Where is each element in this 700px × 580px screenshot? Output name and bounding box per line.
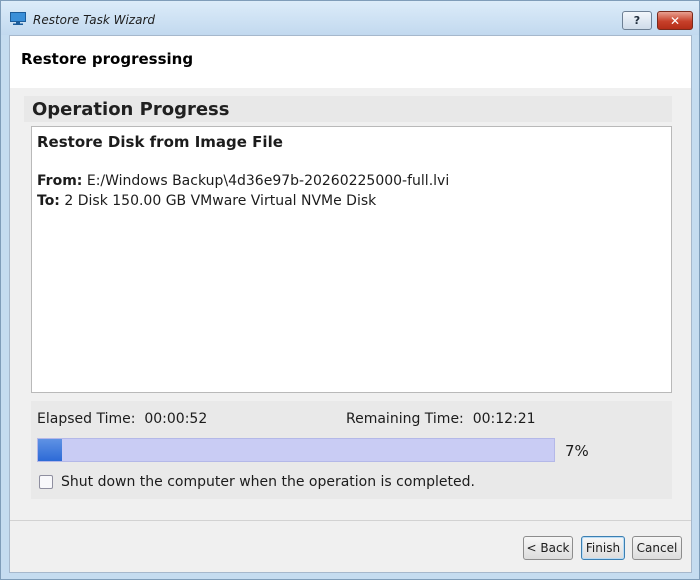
back-button[interactable]: < Back <box>523 536 573 560</box>
wizard-window: Restore Task Wizard ? ✕ Restore progress… <box>0 0 700 580</box>
wizard-footer: < Back Finish Cancel <box>10 520 691 572</box>
shutdown-label[interactable]: Shut down the computer when the operatio… <box>61 474 475 490</box>
progress-bar <box>37 438 555 462</box>
to-label: To: <box>37 193 60 209</box>
from-line: From: E:/Windows Backup\4d36e97b-2026022… <box>37 173 449 189</box>
wizard-header: Restore progressing <box>10 36 691 88</box>
monitor-icon <box>10 12 26 25</box>
page-title: Restore progressing <box>21 50 194 68</box>
elapsed-time: Elapsed Time: 00:00:52 <box>37 411 207 427</box>
help-button[interactable]: ? <box>622 11 652 30</box>
to-value: 2 Disk 150.00 GB VMware Virtual NVMe Dis… <box>64 193 377 209</box>
elapsed-value: 00:00:52 <box>144 411 208 427</box>
finish-button[interactable]: Finish <box>581 536 625 560</box>
elapsed-label: Elapsed Time: <box>37 411 136 427</box>
shutdown-checkbox[interactable] <box>39 475 53 489</box>
task-title: Restore Disk from Image File <box>37 133 283 151</box>
from-label: From: <box>37 173 83 189</box>
title-bar[interactable]: Restore Task Wizard ? ✕ <box>1 1 699 35</box>
cancel-button[interactable]: Cancel <box>632 536 682 560</box>
wizard-body: Operation Progress Restore Disk from Ima… <box>10 88 691 520</box>
progress-percent: 7% <box>565 442 589 460</box>
remaining-value: 00:12:21 <box>472 411 536 427</box>
remaining-time: Remaining Time: 00:12:21 <box>346 411 536 427</box>
window-title: Restore Task Wizard <box>33 13 155 27</box>
from-value: E:/Windows Backup\4d36e97b-20260225000-f… <box>86 173 450 189</box>
shutdown-option[interactable]: Shut down the computer when the operatio… <box>39 474 475 490</box>
wizard-client-area: Restore progressing Operation Progress R… <box>9 35 692 573</box>
operation-details-box: Restore Disk from Image File From: E:/Wi… <box>31 126 672 393</box>
remaining-label: Remaining Time: <box>346 411 464 427</box>
close-button[interactable]: ✕ <box>657 11 693 30</box>
operation-progress-header: Operation Progress <box>24 96 672 122</box>
progress-bar-fill <box>38 439 62 461</box>
to-line: To: 2 Disk 150.00 GB VMware Virtual NVMe… <box>37 193 376 209</box>
operation-progress-title: Operation Progress <box>32 99 230 120</box>
status-panel: Elapsed Time: 00:00:52 Remaining Time: 0… <box>31 401 672 499</box>
